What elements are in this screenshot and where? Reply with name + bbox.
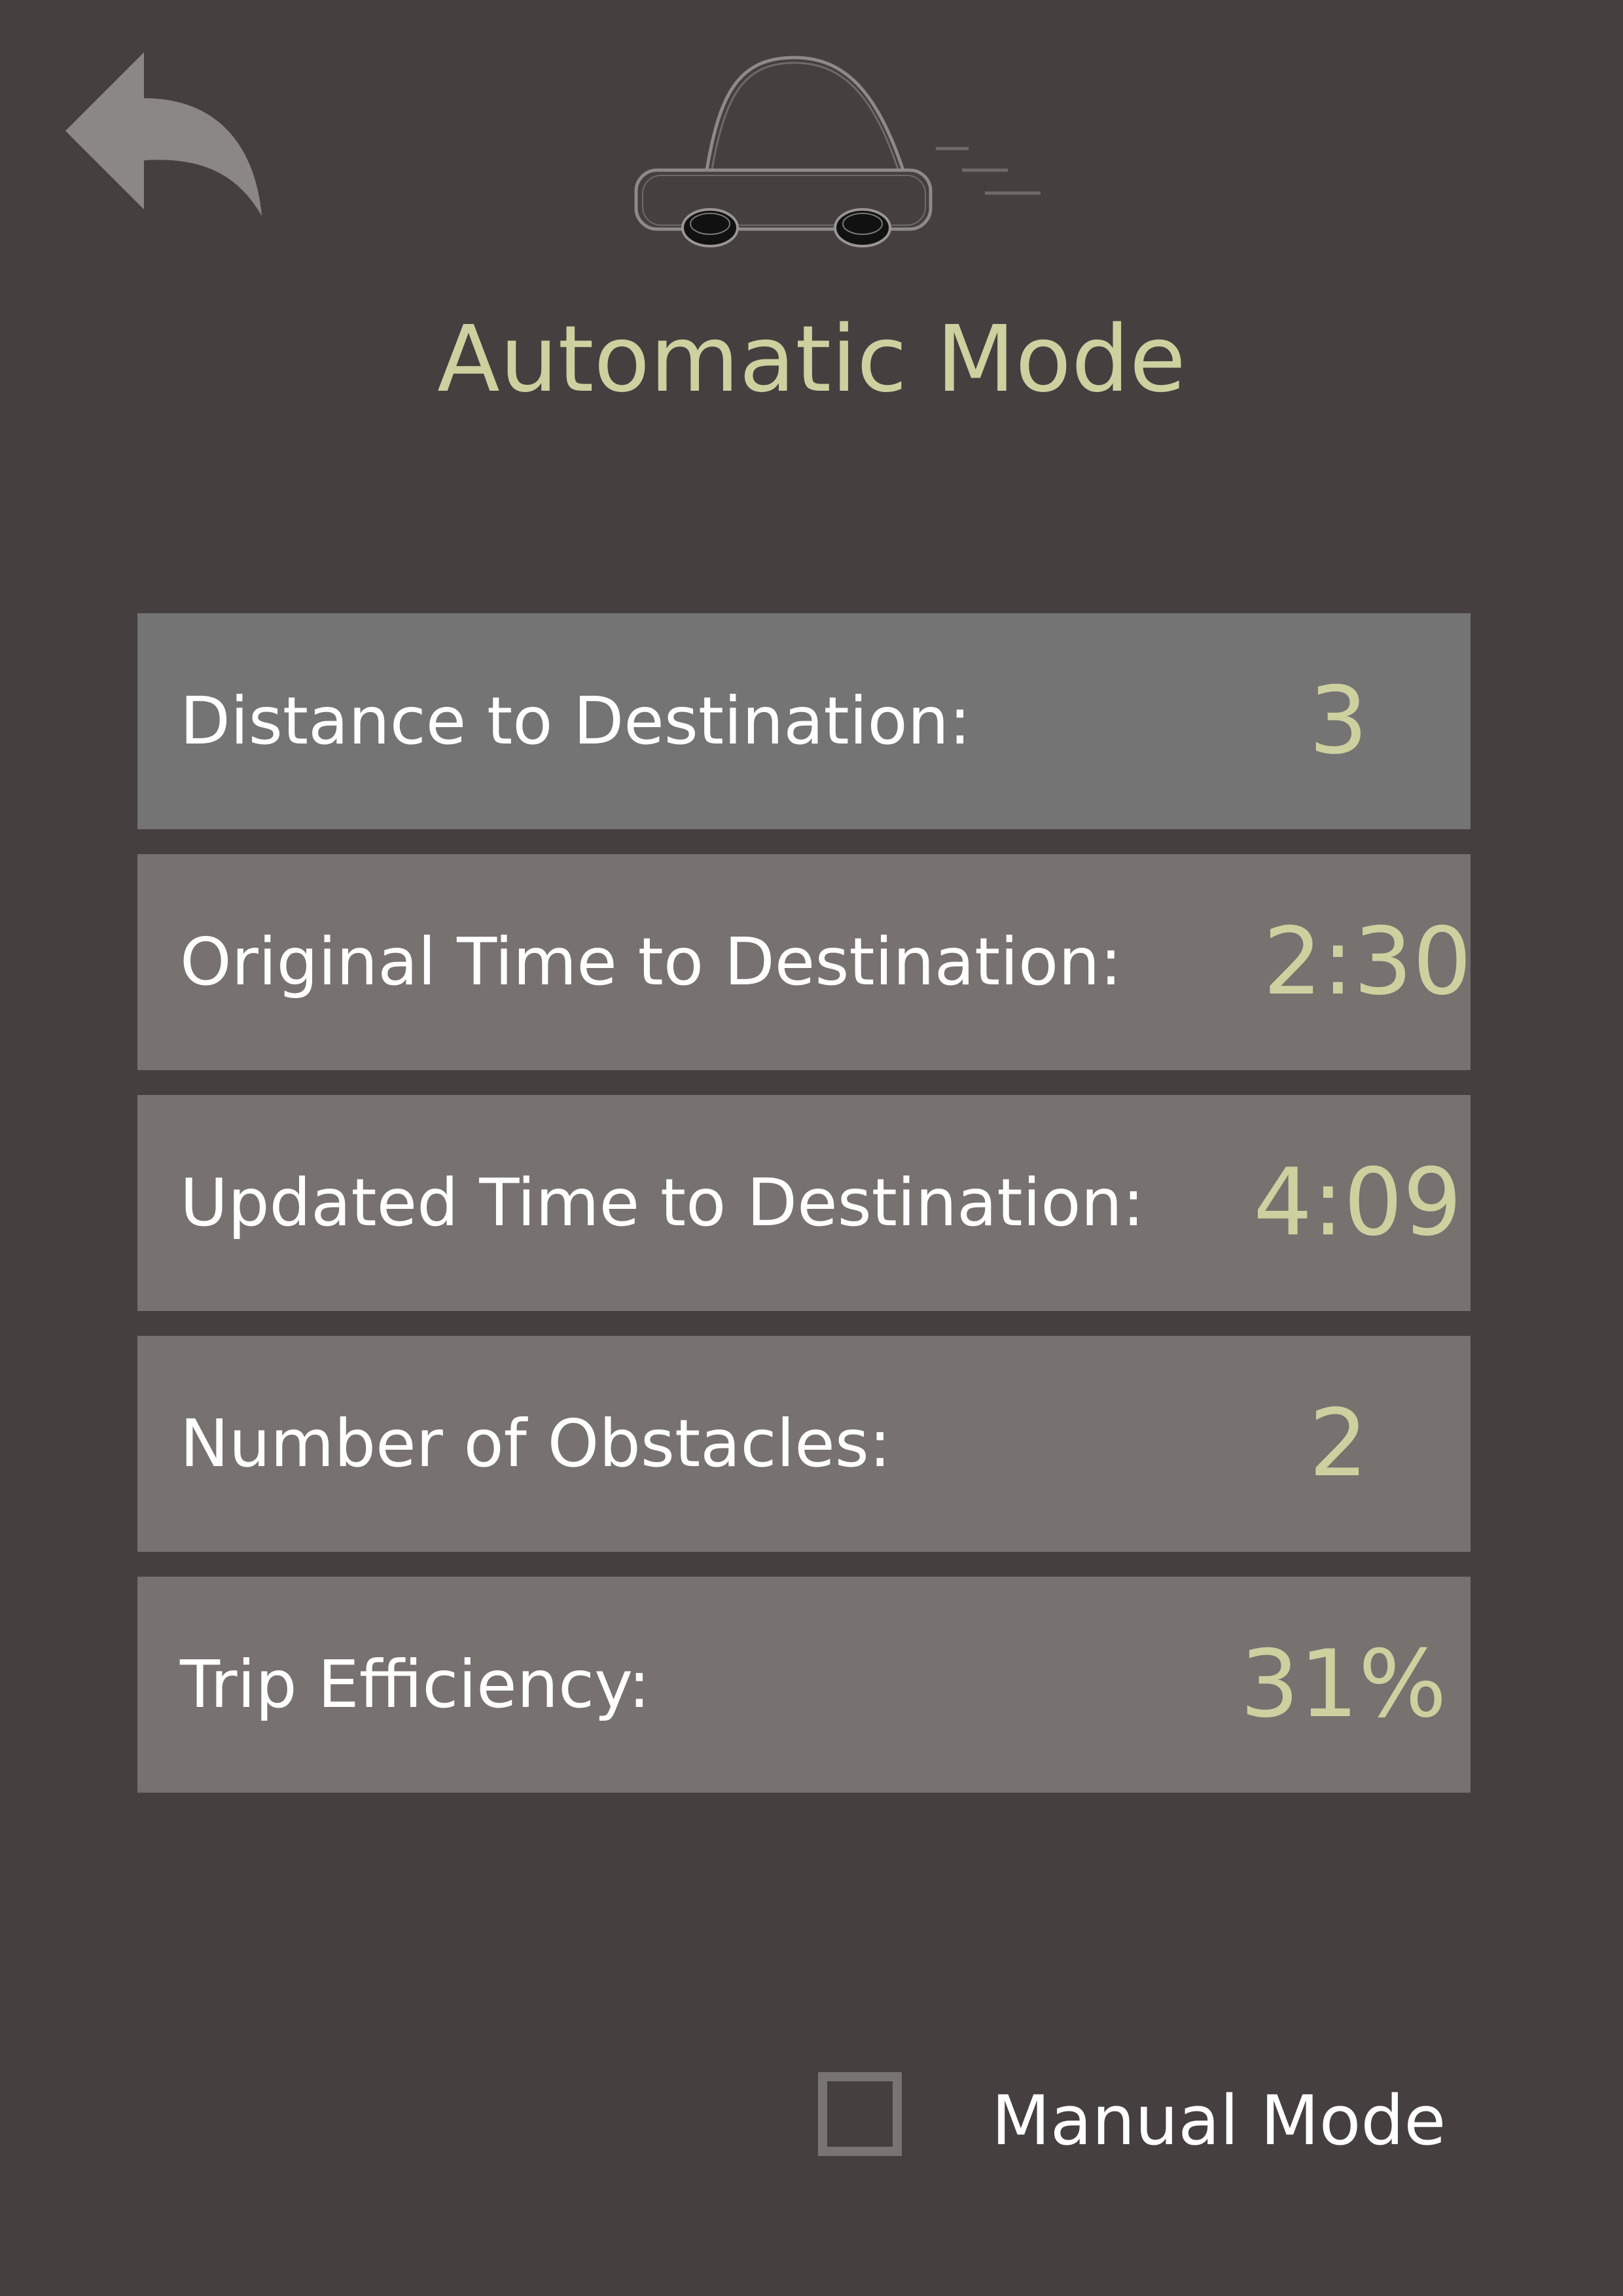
manual-mode-label: Manual Mode (991, 2081, 1446, 2161)
back-arrow-icon (65, 52, 262, 216)
stat-value: 31% (1240, 1630, 1447, 1738)
stat-row-obstacles: Number of Obstacles: 2 (137, 1336, 1471, 1552)
stat-row-distance: Distance to Destination: 3 (137, 613, 1471, 829)
manual-mode-toggle[interactable]: Manual Mode (818, 2072, 1472, 2170)
stat-label: Updated Time to Destination: (180, 1164, 1145, 1241)
stats-list: Distance to Destination: 3 Original Time… (137, 613, 1472, 1818)
stat-row-updated-time: Updated Time to Destination: 4:09 (137, 1095, 1471, 1311)
stat-label: Distance to Destination: (180, 683, 971, 759)
stat-label: Original Time to Destination: (180, 924, 1122, 1000)
stat-value: 3 (1309, 667, 1368, 775)
page-title: Automatic Mode (437, 306, 1186, 413)
stat-row-original-time: Original Time to Destination: 2:30 (137, 854, 1472, 1070)
manual-mode-checkbox[interactable] (818, 2072, 902, 2156)
stat-label: Number of Obstacles: (180, 1405, 891, 1482)
stat-value: 4:09 (1253, 1149, 1462, 1257)
stat-row-efficiency: Trip Efficiency: 31% (137, 1577, 1471, 1793)
stat-value: 2 (1309, 1390, 1368, 1498)
stat-label: Trip Efficiency: (180, 1646, 651, 1723)
car-icon (628, 52, 1047, 262)
back-button[interactable] (65, 52, 268, 223)
stat-value: 2:30 (1263, 908, 1472, 1016)
